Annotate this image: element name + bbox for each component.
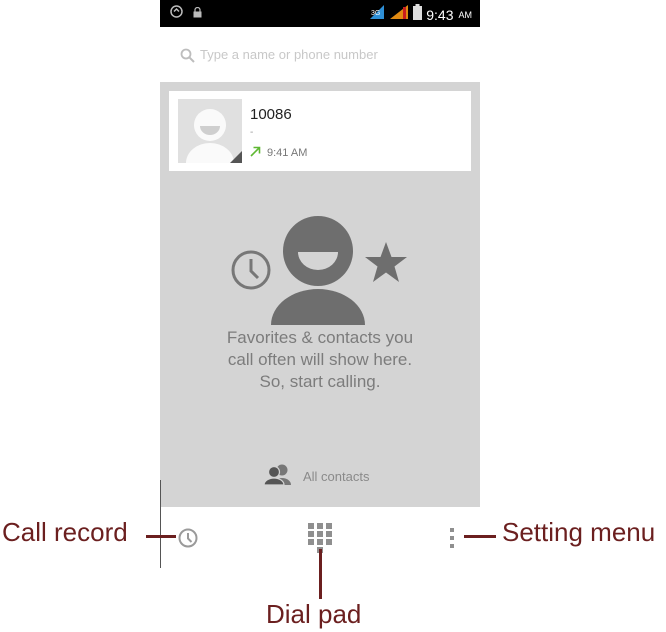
signal-sim2-icon bbox=[389, 4, 409, 25]
status-bar: 3G 9:43 AM bbox=[160, 0, 480, 27]
status-time: 9:43 bbox=[426, 6, 454, 23]
outgoing-call-icon bbox=[250, 144, 261, 162]
empty-state-line: call often will show here. bbox=[227, 350, 413, 369]
annotation-setting-menu: Setting menu bbox=[502, 517, 656, 547]
overflow-menu-icon[interactable] bbox=[449, 527, 455, 554]
empty-state-line: So, start calling. bbox=[259, 372, 381, 391]
signal-sim1-icon: 3G bbox=[369, 4, 385, 25]
svg-text:3G: 3G bbox=[371, 10, 380, 17]
screen-edge-line bbox=[160, 480, 161, 568]
battery-icon bbox=[413, 4, 423, 25]
contact-detail: - bbox=[250, 127, 254, 138]
empty-state-message: Favorites & contacts you call often will… bbox=[160, 327, 480, 393]
call-time: 9:41 AM bbox=[267, 147, 308, 159]
all-contacts-button[interactable]: All contacts bbox=[263, 463, 369, 490]
phone-screen: 3G 9:43 AM Type a name or phone number 1… bbox=[160, 0, 480, 568]
annotation-call-record: Call record bbox=[2, 517, 128, 547]
search-icon bbox=[180, 48, 195, 68]
recent-call-card[interactable]: 10086 - 9:41 AM bbox=[169, 91, 471, 171]
speed-dial-area: 10086 - 9:41 AM Favorites & contacts you… bbox=[160, 82, 480, 507]
annotation-line-setting-menu bbox=[464, 535, 496, 538]
person-icon bbox=[271, 216, 365, 325]
sync-icon bbox=[170, 5, 183, 23]
call-info: 9:41 AM bbox=[250, 144, 307, 162]
call-history-icon[interactable] bbox=[178, 528, 198, 553]
empty-state-illustration bbox=[220, 210, 420, 330]
search-input[interactable]: Type a name or phone number bbox=[200, 47, 378, 62]
status-ampm: AM bbox=[458, 9, 473, 20]
all-contacts-label: All contacts bbox=[303, 469, 370, 484]
contact-avatar bbox=[178, 99, 242, 163]
star-icon bbox=[365, 242, 407, 282]
search-bar[interactable]: Type a name or phone number bbox=[160, 27, 480, 82]
contacts-icon bbox=[263, 463, 293, 490]
lock-icon bbox=[193, 5, 202, 23]
annotation-line-dial-pad bbox=[319, 549, 322, 599]
annotation-dial-pad: Dial pad bbox=[266, 599, 362, 629]
clock-icon bbox=[231, 250, 271, 290]
annotation-line-call-record bbox=[146, 535, 176, 538]
contact-name: 10086 bbox=[250, 106, 292, 123]
empty-state-line: Favorites & contacts you bbox=[226, 328, 414, 347]
